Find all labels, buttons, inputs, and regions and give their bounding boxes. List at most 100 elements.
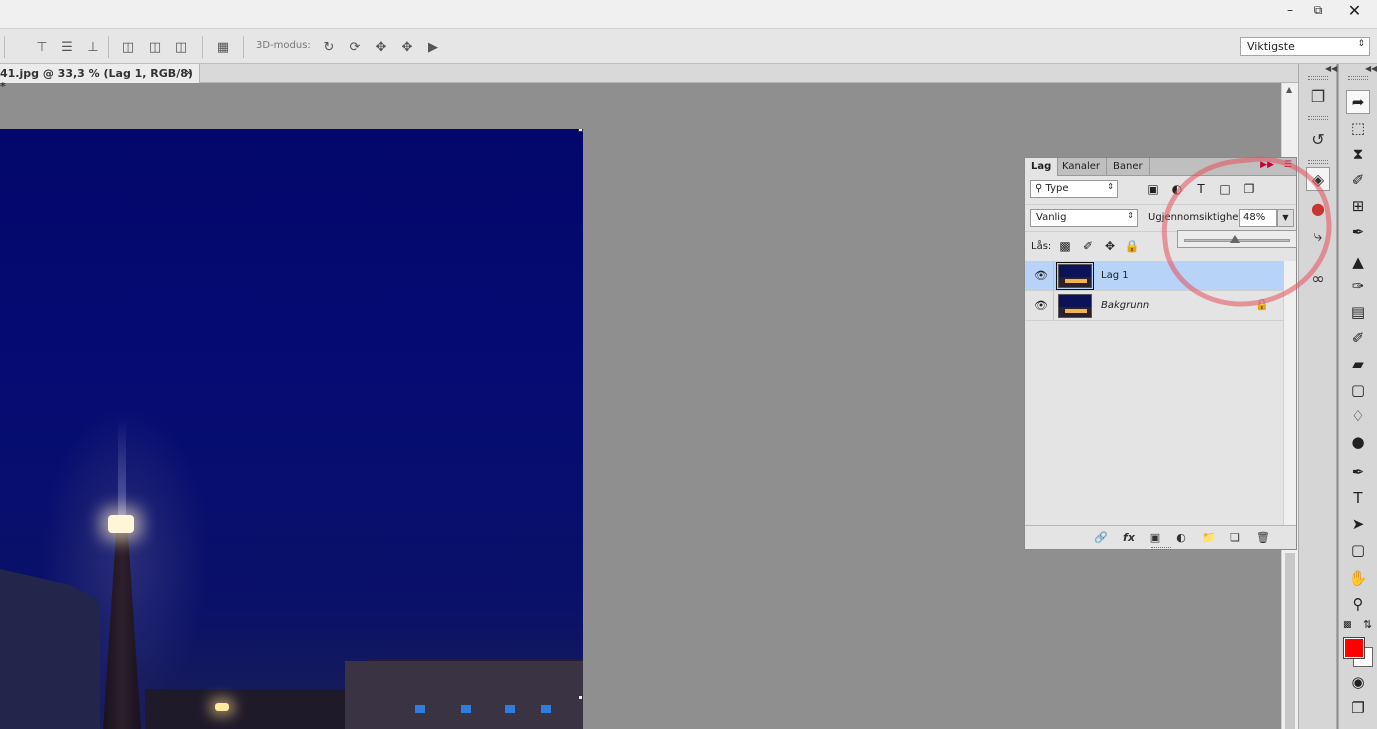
eye-icon[interactable]: 👁 (1034, 299, 1048, 313)
eye-icon[interactable]: 👁 (1034, 269, 1048, 283)
new-layer-icon[interactable]: ❏ (1227, 529, 1243, 545)
align-vcenter-icon[interactable]: ☰ (58, 38, 76, 56)
collapse-panel-icon[interactable]: ▶▶ (1260, 160, 1274, 170)
opacity-input[interactable]: 48% (1239, 209, 1277, 227)
foreground-color-swatch[interactable] (1343, 637, 1365, 659)
default-colors-icon[interactable]: ▩ (1343, 620, 1352, 630)
eraser-tool-icon[interactable]: ▰ (1346, 352, 1370, 376)
align-right-icon[interactable]: ◫ (172, 38, 190, 56)
tools-grip[interactable] (1348, 76, 1368, 80)
gradient-tool-icon[interactable]: ▢ (1346, 378, 1370, 402)
pen-tool-icon[interactable]: ✒ (1346, 460, 1370, 484)
window (461, 705, 471, 713)
tab-lag[interactable]: Lag (1025, 158, 1059, 176)
adjustment-layer-icon[interactable]: ◐ (1173, 529, 1189, 545)
workspace-select[interactable]: Viktigste ⇕ (1240, 37, 1370, 56)
close-tab-icon[interactable]: × (184, 66, 193, 79)
scroll-up-icon[interactable]: ▲ (1286, 85, 1292, 94)
dodge-tool-icon[interactable]: ● (1346, 430, 1370, 454)
orbit-icon[interactable]: ↻ (320, 38, 338, 56)
paths-icon[interactable]: ⤷ (1306, 224, 1330, 248)
swap-colors-icon[interactable]: ⇅ (1363, 618, 1372, 631)
chevron-updown-icon: ⇕ (1127, 211, 1134, 220)
creative-cloud-icon[interactable]: ∞ (1306, 266, 1330, 290)
filter-shape-icon[interactable]: □ (1217, 181, 1233, 197)
scrollbar-thumb[interactable] (1285, 553, 1295, 729)
opacity-dropdown-button[interactable]: ▼ (1277, 209, 1294, 227)
dock-grip[interactable] (1308, 116, 1328, 120)
transform-handle[interactable] (578, 695, 583, 700)
filter-smart-object-icon[interactable]: ❐ (1241, 181, 1257, 197)
filter-type-icon[interactable]: T (1193, 181, 1209, 197)
link-layers-icon[interactable]: 🔗 (1093, 529, 1109, 545)
opacity-slider-knob[interactable] (1229, 235, 1240, 243)
image-canvas[interactable] (0, 129, 583, 729)
slide-icon[interactable]: ✥ (398, 38, 416, 56)
tab-kanaler[interactable]: Kanaler (1056, 158, 1108, 176)
dock-grip[interactable] (1308, 76, 1328, 80)
fx-icon[interactable]: fx (1121, 529, 1137, 545)
lasso-tool-icon[interactable]: ⧗ (1346, 142, 1370, 166)
opacity-slider-popup[interactable] (1177, 230, 1297, 248)
layer-list-scrollbar[interactable] (1283, 261, 1296, 525)
blur-tool-icon[interactable]: ♢ (1346, 404, 1370, 428)
path-select-tool-icon[interactable]: ➤ (1346, 512, 1370, 536)
layer-row-bakgrunn[interactable]: 👁 Bakgrunn 🔒 (1025, 291, 1283, 321)
minimize-button[interactable]: – (1276, 0, 1304, 20)
shape-tool-icon[interactable]: ▢ (1346, 538, 1370, 562)
add-mask-icon[interactable]: ▣ (1147, 529, 1163, 545)
zoom-tool-icon[interactable]: ⚲ (1346, 592, 1370, 616)
new-group-icon[interactable]: 📁 (1201, 529, 1217, 545)
distribute-icon[interactable]: ▦ (214, 38, 232, 56)
history-brush-tool-icon[interactable]: ✐ (1346, 326, 1370, 350)
3d-icon[interactable]: ❐ (1306, 84, 1330, 108)
eyedropper-tool-icon[interactable]: ✒ (1346, 220, 1370, 244)
dock-grip[interactable] (1308, 160, 1328, 164)
healing-brush-tool-icon[interactable]: ▲ (1346, 250, 1370, 274)
panel-menu-icon[interactable]: ☰ (1284, 160, 1292, 170)
channels-icon[interactable]: ● (1306, 196, 1330, 220)
quick-select-tool-icon[interactable]: ✐ (1346, 168, 1370, 192)
history-icon[interactable]: ↺ (1306, 127, 1330, 151)
filter-adjustment-icon[interactable]: ◐ (1169, 181, 1185, 197)
lock-position-icon[interactable]: ✥ (1102, 238, 1118, 254)
align-top-icon[interactable]: ⊤ (33, 38, 51, 56)
collapse-dock-icon[interactable]: ◀◀ (1325, 64, 1337, 73)
resize-grip[interactable] (1151, 547, 1171, 550)
pan-icon[interactable]: ✥ (372, 38, 390, 56)
screen-mode-icon[interactable]: ❐ (1346, 696, 1370, 720)
brush-tool-icon[interactable]: ✑ (1346, 274, 1370, 298)
restore-button[interactable]: ⧉ (1304, 0, 1332, 20)
workspace-select-value: Viktigste (1247, 40, 1295, 53)
divider (1053, 261, 1054, 291)
roll-icon[interactable]: ⟳ (346, 38, 364, 56)
filter-pixel-icon[interactable]: ▣ (1145, 181, 1161, 197)
layer-row-lag-1[interactable]: 👁 Lag 1 (1025, 261, 1283, 291)
quick-mask-icon[interactable]: ◉ (1346, 670, 1370, 694)
crop-tool-icon[interactable]: ⊞ (1346, 194, 1370, 218)
layer-name[interactable]: Bakgrunn (1101, 300, 1149, 311)
align-bottom-icon[interactable]: ⊥ (84, 38, 102, 56)
blend-mode-select[interactable]: Vanlig ⇕ (1030, 209, 1138, 227)
stamp-tool-icon[interactable]: ▤ (1346, 300, 1370, 324)
document-tab[interactable]: 41.jpg @ 33,3 % (Lag 1, RGB/8) * × (0, 64, 200, 93)
collapse-tools-icon[interactable]: ◀◀ (1365, 64, 1377, 73)
lock-brush-icon[interactable]: ✐ (1080, 238, 1096, 254)
tab-baner[interactable]: Baner (1107, 158, 1150, 176)
align-hcenter-icon[interactable]: ◫ (146, 38, 164, 56)
trash-icon[interactable]: 🗑 (1255, 529, 1271, 545)
lock-transparent-icon[interactable]: ▩ (1057, 238, 1073, 254)
layer-name[interactable]: Lag 1 (1101, 270, 1129, 281)
layers-icon[interactable]: ◈ (1306, 167, 1330, 191)
window-controls: – ⧉ ✕ (1276, 0, 1377, 20)
transform-handle[interactable] (578, 129, 583, 132)
close-button[interactable]: ✕ (1332, 0, 1377, 20)
align-left-icon[interactable]: ◫ (119, 38, 137, 56)
filter-type-select[interactable]: ⚲ Type ⇕ (1030, 180, 1118, 198)
hand-tool-icon[interactable]: ✋ (1346, 566, 1370, 590)
type-tool-icon[interactable]: T (1346, 486, 1370, 510)
move-tool-icon[interactable]: ➦ (1346, 90, 1370, 114)
marquee-tool-icon[interactable]: ⬚ (1346, 116, 1370, 140)
scale-icon[interactable]: ▶ (424, 38, 442, 56)
lock-all-icon[interactable]: 🔒 (1124, 238, 1140, 254)
